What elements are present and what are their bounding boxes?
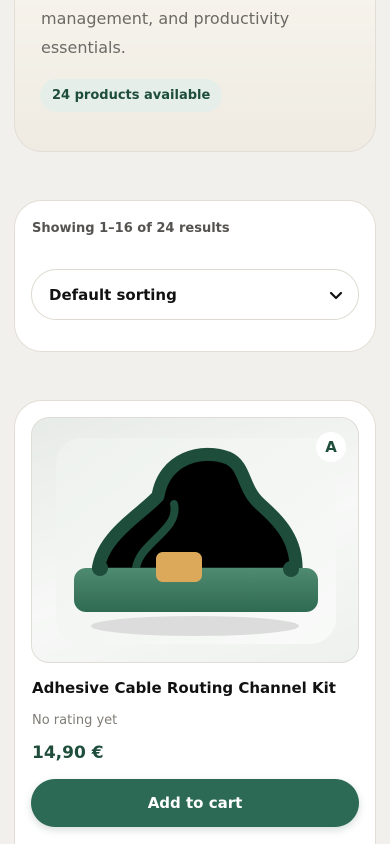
shop-page: management, and productivity essentials.… <box>0 0 390 844</box>
product-rating: No rating yet <box>32 713 118 728</box>
results-toolbar: Showing 1–16 of 24 results Default sorti… <box>14 200 376 352</box>
sort-select[interactable]: Default sorting <box>31 269 359 320</box>
product-card: A Adhesive Cable Routing Channel Kit No … <box>14 400 376 844</box>
beanie-hat-icon <box>56 438 336 644</box>
category-intro-card: management, and productivity essentials.… <box>14 0 376 152</box>
category-description: management, and productivity essentials. <box>41 9 290 57</box>
product-badge: A <box>316 432 346 462</box>
product-price: 14,90 € <box>32 743 104 763</box>
chevron-down-icon <box>329 291 343 300</box>
products-count-badge: 24 products available <box>40 79 223 112</box>
product-image[interactable]: A <box>31 417 359 663</box>
add-to-cart-button[interactable]: Add to cart <box>31 779 359 827</box>
results-count: Showing 1–16 of 24 results <box>32 221 230 236</box>
product-title[interactable]: Adhesive Cable Routing Channel Kit <box>32 679 362 697</box>
sort-selected-value: Default sorting <box>49 286 177 304</box>
